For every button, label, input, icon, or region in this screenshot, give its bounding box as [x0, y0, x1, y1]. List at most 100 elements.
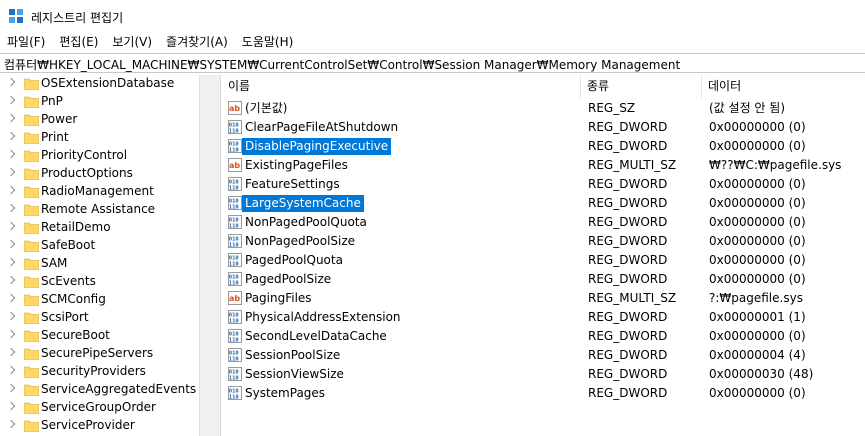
value-name[interactable]: SessionViewSize	[242, 366, 347, 383]
column-type-header[interactable]: 종류	[581, 75, 702, 98]
value-row[interactable]: 010 110 ClearPageFileAtShutdown REG_DWORD 0x…	[222, 118, 865, 137]
svg-text:110: 110	[229, 338, 239, 344]
tree-item[interactable]: Power	[0, 111, 200, 129]
value-name[interactable]: PagedPoolQuota	[242, 252, 346, 269]
tree-item[interactable]: SAM	[0, 255, 200, 273]
tree-item[interactable]: ProductOptions	[0, 165, 200, 183]
value-name[interactable]: (기본값)	[242, 100, 290, 117]
menu-edit[interactable]: 편집(E)	[52, 32, 105, 52]
tree-item[interactable]: ServiceAggregatedEvents	[0, 381, 200, 399]
value-name[interactable]: NonPagedPoolQuota	[242, 214, 370, 231]
tree-item[interactable]: ServiceGroupOrder	[0, 399, 200, 417]
tree-item[interactable]: Print	[0, 129, 200, 147]
tree-scrollbar[interactable]	[199, 75, 216, 436]
value-name[interactable]: PagingFiles	[242, 290, 315, 307]
value-row[interactable]: ab PagingFiles REG_MULTI_SZ ?:₩pagefile.sys	[222, 289, 865, 308]
value-data: (값 설정 안 됨)	[709, 101, 786, 115]
chevron-right-icon[interactable]	[6, 95, 16, 105]
value-row[interactable]: 010 110 SessionPoolSize REG_DWORD 0x00000004…	[222, 346, 865, 365]
value-row[interactable]: 010 110 LargeSystemCache REG_DWORD 0x0000000…	[222, 194, 865, 213]
value-data: 0x00000000 (0)	[709, 234, 806, 248]
value-name[interactable]: NonPagedPoolSize	[242, 233, 358, 250]
value-type: REG_DWORD	[588, 253, 668, 267]
column-name-header[interactable]: 이름	[222, 75, 581, 98]
tree-item[interactable]: ScsiPort	[0, 309, 200, 327]
chevron-right-icon[interactable]	[6, 185, 16, 195]
value-row[interactable]: 010 110 SystemPages REG_DWORD 0x00000000 (0)	[222, 384, 865, 403]
value-row[interactable]: ab ExistingPageFiles REG_MULTI_SZ ₩??₩C:₩pa…	[222, 156, 865, 175]
tree-item[interactable]: OSExtensionDatabase	[0, 75, 200, 93]
value-row[interactable]: 010 110 FeatureSettings REG_DWORD 0x00000000…	[222, 175, 865, 194]
chevron-right-icon[interactable]	[6, 401, 16, 411]
chevron-right-icon[interactable]	[6, 347, 16, 357]
address-path[interactable]: 컴퓨터₩HKEY_LOCAL_MACHINE₩SYSTEM₩CurrentCon…	[4, 56, 680, 73]
binary-value-icon: 010110	[228, 253, 242, 268]
tree-item[interactable]: RadioManagement	[0, 183, 200, 201]
tree-item[interactable]: Remote Assistance	[0, 201, 200, 219]
menu-help[interactable]: 도움말(H)	[235, 32, 301, 52]
value-row[interactable]: 010 110 SecondLevelDataCache REG_DWORD 0x000…	[222, 327, 865, 346]
value-row[interactable]: 010 110 PhysicalAddressExtension REG_DWORD 0…	[222, 308, 865, 327]
menu-view[interactable]: 보기(V)	[105, 32, 159, 52]
address-bar[interactable]: 컴퓨터₩HKEY_LOCAL_MACHINE₩SYSTEM₩CurrentCon…	[0, 53, 865, 73]
folder-icon	[24, 204, 39, 216]
value-name[interactable]: LargeSystemCache	[242, 195, 364, 212]
value-type: REG_DWORD	[588, 348, 668, 362]
folder-icon	[24, 150, 39, 162]
menu-file[interactable]: 파일(F)	[0, 32, 52, 52]
tree-item-label: SAM	[41, 256, 68, 270]
chevron-right-icon[interactable]	[6, 221, 16, 231]
chevron-right-icon[interactable]	[6, 329, 16, 339]
chevron-right-icon[interactable]	[6, 311, 16, 321]
value-row[interactable]: 010 110 DisablePagingExecutive REG_DWORD 0x0…	[222, 137, 865, 156]
chevron-right-icon[interactable]	[6, 113, 16, 123]
binary-value-icon: 010110	[228, 367, 242, 382]
key-tree[interactable]: OSExtensionDatabase PnP Power Print Priority…	[0, 75, 216, 436]
menu-favorites[interactable]: 즐겨찾기(A)	[159, 32, 235, 52]
value-name[interactable]: ClearPageFileAtShutdown	[242, 119, 401, 136]
chevron-right-icon[interactable]	[6, 203, 16, 213]
tree-item[interactable]: SafeBoot	[0, 237, 200, 255]
tree-item[interactable]: RetailDemo	[0, 219, 200, 237]
values-list[interactable]: 이름 종류 데이터 ab (기본값) REG_SZ (값 설정 안 됨) 010 110 C…	[222, 75, 865, 436]
tree-item[interactable]: SecureBoot	[0, 327, 200, 345]
tree-item[interactable]: SCMConfig	[0, 291, 200, 309]
chevron-right-icon[interactable]	[6, 383, 16, 393]
chevron-right-icon[interactable]	[6, 239, 16, 249]
column-data-header[interactable]: 데이터	[702, 75, 865, 98]
value-data: 0x00000000 (0)	[709, 177, 806, 191]
chevron-right-icon[interactable]	[6, 149, 16, 159]
pane-splitter[interactable]	[216, 75, 221, 436]
tree-item[interactable]: SecurePipeServers	[0, 345, 200, 363]
value-name[interactable]: SessionPoolSize	[242, 347, 343, 364]
chevron-right-icon[interactable]	[6, 77, 16, 87]
tree-item[interactable]: SecurityProviders	[0, 363, 200, 381]
value-name[interactable]: PhysicalAddressExtension	[242, 309, 404, 326]
value-data: ₩??₩C:₩pagefile.sys	[709, 158, 842, 172]
chevron-right-icon[interactable]	[6, 131, 16, 141]
value-row[interactable]: 010 110 NonPagedPoolQuota REG_DWORD 0x000000…	[222, 213, 865, 232]
value-name[interactable]: PagedPoolSize	[242, 271, 334, 288]
value-name[interactable]: FeatureSettings	[242, 176, 343, 193]
tree-item[interactable]: PriorityControl	[0, 147, 200, 165]
value-name[interactable]: DisablePagingExecutive	[242, 138, 392, 155]
string-value-icon: ab	[228, 291, 242, 305]
chevron-right-icon[interactable]	[6, 257, 16, 267]
tree-item[interactable]: PnP	[0, 93, 200, 111]
value-row[interactable]: 010 110 PagedPoolQuota REG_DWORD 0x00000000 …	[222, 251, 865, 270]
value-name[interactable]: ExistingPageFiles	[242, 157, 351, 174]
value-name[interactable]: SecondLevelDataCache	[242, 328, 390, 345]
chevron-right-icon[interactable]	[6, 365, 16, 375]
value-row[interactable]: ab (기본값) REG_SZ (값 설정 안 됨)	[222, 99, 865, 118]
value-row[interactable]: 010 110 PagedPoolSize REG_DWORD 0x00000000 (…	[222, 270, 865, 289]
chevron-right-icon[interactable]	[6, 275, 16, 285]
value-name[interactable]: SystemPages	[242, 385, 328, 402]
tree-item[interactable]: ScEvents	[0, 273, 200, 291]
value-row[interactable]: 010 110 NonPagedPoolSize REG_DWORD 0x0000000…	[222, 232, 865, 251]
folder-icon	[24, 78, 39, 90]
chevron-right-icon[interactable]	[6, 419, 16, 429]
chevron-right-icon[interactable]	[6, 293, 16, 303]
chevron-right-icon[interactable]	[6, 167, 16, 177]
tree-item[interactable]: ServiceProvider	[0, 417, 200, 435]
value-row[interactable]: 010 110 SessionViewSize REG_DWORD 0x00000030…	[222, 365, 865, 384]
